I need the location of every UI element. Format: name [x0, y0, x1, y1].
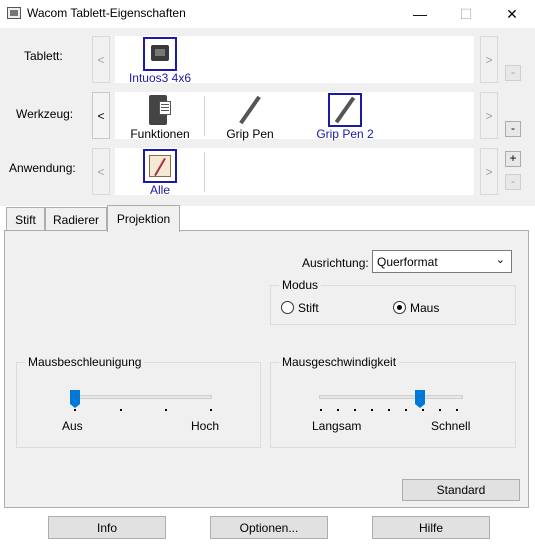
mode-radio-stift-label: Stift — [298, 301, 319, 315]
application-separator — [204, 152, 205, 192]
tablet-item-label: Intuos3 4x6 — [128, 71, 192, 85]
wacom-app-icon — [7, 7, 21, 19]
acceleration-min-label: Aus — [62, 419, 83, 433]
application-item-all-label: Alle — [149, 183, 170, 197]
standard-button[interactable]: Standard — [402, 479, 520, 501]
functions-icon — [143, 93, 177, 127]
speed-group: Mausgeschwindigkeit Langsam Schnell — [270, 355, 516, 448]
tablet-list: Intuos3 4x6 — [115, 36, 474, 85]
speed-tick — [405, 409, 407, 411]
remove-tablet-button: - — [505, 65, 521, 81]
tool-item-grip-pen-2[interactable]: Grip Pen 2 — [305, 93, 385, 141]
speed-tick — [320, 409, 322, 411]
add-application-button[interactable]: + — [505, 151, 521, 167]
tool-item-functions[interactable]: Funktionen — [125, 93, 195, 141]
window-title: Wacom Tablett-Eigenschaften — [27, 6, 186, 20]
mode-radio-maus-label: Maus — [410, 301, 440, 315]
tab-radierer[interactable]: Radierer — [45, 207, 107, 231]
orientation-select[interactable]: Querformat ⌄ — [372, 250, 512, 273]
mode-group: Modus Stift Maus — [270, 278, 516, 325]
mode-group-title: Modus — [279, 278, 322, 292]
remove-application-button: - — [505, 174, 521, 190]
options-button[interactable]: Optionen... — [210, 516, 328, 539]
help-button[interactable]: Hilfe — [372, 516, 490, 539]
projection-tab-panel: Ausrichtung: Querformat ⌄ Modus Stift Ma… — [4, 230, 529, 508]
tool-item-grip-pen-2-label: Grip Pen 2 — [316, 127, 374, 141]
speed-tick — [388, 409, 390, 411]
tablet-item[interactable]: Intuos3 4x6 — [128, 37, 192, 85]
speed-tick — [422, 409, 424, 411]
application-scroll-right-button: > — [480, 148, 498, 195]
acceleration-tick — [165, 409, 167, 411]
speed-group-title: Mausgeschwindigkeit — [279, 355, 400, 369]
tool-separator — [204, 96, 205, 136]
speed-min-label: Langsam — [312, 419, 362, 433]
tablet-icon — [143, 37, 177, 71]
mode-radio-maus[interactable] — [393, 301, 406, 314]
speed-max-label: Schnell — [431, 419, 471, 433]
acceleration-group-title: Mausbeschleunigung — [25, 355, 145, 369]
all-applications-icon — [143, 149, 177, 183]
acceleration-tick — [210, 409, 212, 411]
tool-item-grip-pen[interactable]: Grip Pen — [215, 93, 285, 141]
tool-scroll-right-button: > — [480, 92, 498, 139]
acceleration-tick — [120, 409, 122, 411]
speed-tick — [354, 409, 356, 411]
acceleration-max-label: Hoch — [191, 419, 220, 433]
speed-tick — [371, 409, 373, 411]
orientation-label: Ausrichtung: — [302, 256, 369, 270]
acceleration-slider-thumb[interactable] — [70, 390, 80, 408]
application-item-all[interactable]: Alle — [135, 149, 185, 197]
remove-tool-button[interactable]: - — [505, 121, 521, 137]
application-label: Anwendung: — [9, 161, 76, 175]
tool-label: Werkzeug: — [16, 107, 74, 121]
speed-tick — [337, 409, 339, 411]
maximize-icon: ☐ — [459, 5, 473, 22]
speed-slider-track[interactable] — [319, 395, 463, 399]
minimize-icon[interactable]: — — [397, 0, 443, 28]
acceleration-tick — [74, 409, 76, 411]
tab-stift[interactable]: Stift — [6, 207, 45, 231]
application-scroll-left-button: < — [92, 148, 110, 195]
tab-projektion[interactable]: Projektion — [107, 205, 180, 232]
speed-tick — [456, 409, 458, 411]
tablet-label: Tablett: — [24, 49, 63, 63]
pen-icon — [233, 93, 267, 127]
application-list: Alle — [115, 148, 474, 197]
close-icon[interactable]: ✕ — [489, 0, 535, 28]
orientation-value: Querformat — [377, 254, 438, 269]
pen-icon — [328, 93, 362, 127]
mode-radio-stift[interactable] — [281, 301, 294, 314]
tool-item-functions-label: Funktionen — [130, 127, 190, 141]
info-button[interactable]: Info — [48, 516, 166, 539]
tablet-scroll-right-button: > — [480, 36, 498, 83]
speed-tick — [439, 409, 441, 411]
chevron-down-icon: ⌄ — [495, 254, 505, 266]
tool-scroll-left-button[interactable]: < — [92, 92, 110, 139]
tool-list: Funktionen Grip Pen Grip Pen 2 — [115, 92, 474, 141]
acceleration-slider-track[interactable] — [70, 395, 212, 399]
tablet-scroll-left-button: < — [92, 36, 110, 83]
acceleration-group: Mausbeschleunigung Aus Hoch — [16, 355, 261, 448]
speed-slider-thumb[interactable] — [415, 390, 426, 408]
tool-item-grip-pen-label: Grip Pen — [226, 127, 274, 141]
